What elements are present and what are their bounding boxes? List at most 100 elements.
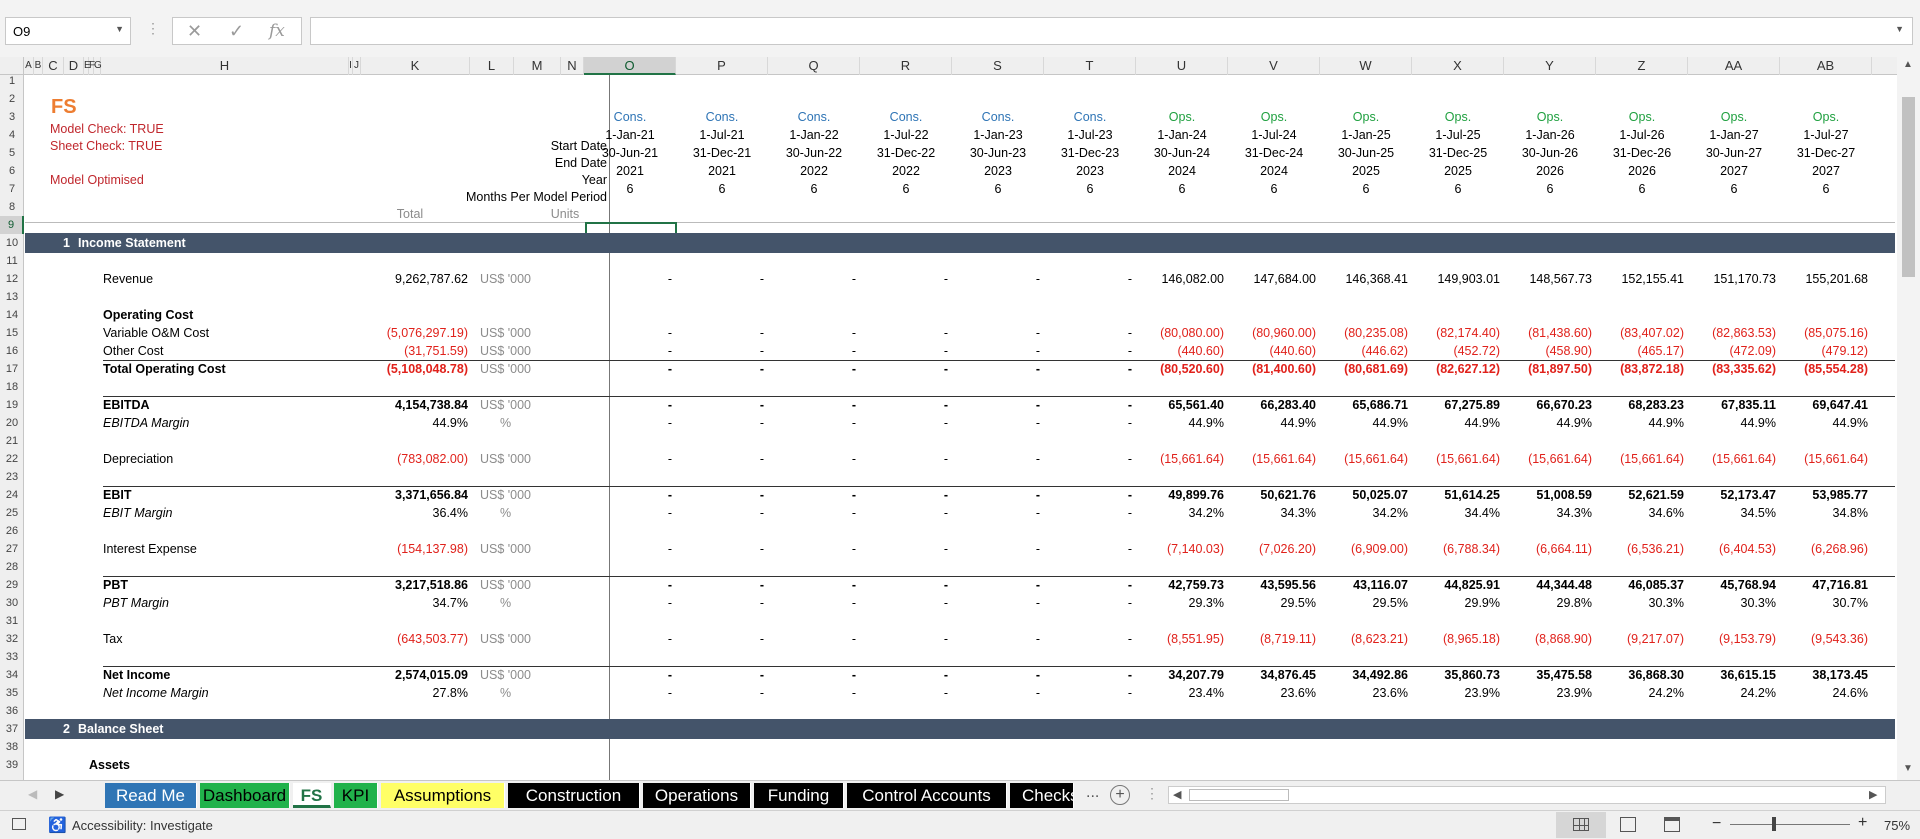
- column-header-ab[interactable]: AB: [1780, 57, 1872, 75]
- tab-scroll-left-icon[interactable]: ◀: [28, 787, 37, 801]
- tab-read-me[interactable]: Read Me: [105, 783, 197, 808]
- column-header-aa[interactable]: AA: [1688, 57, 1780, 75]
- row-header-2[interactable]: 2: [0, 90, 24, 108]
- row-header-36[interactable]: 36: [0, 702, 24, 720]
- row-header-32[interactable]: 32: [0, 630, 24, 648]
- zoom-slider[interactable]: [1730, 824, 1850, 825]
- row-header-9[interactable]: 9: [0, 216, 24, 234]
- row-header-1[interactable]: 1: [0, 72, 24, 90]
- hscroll-left-icon[interactable]: ◀: [1173, 788, 1181, 801]
- insert-function-icon[interactable]: fx: [269, 21, 285, 41]
- row-header-18[interactable]: 18: [0, 378, 24, 396]
- column-header-b[interactable]: B: [34, 57, 43, 75]
- column-header-r[interactable]: R: [860, 57, 952, 75]
- row-header-16[interactable]: 16: [0, 342, 24, 360]
- tab-splitter-icon[interactable]: ⋮: [1145, 785, 1159, 802]
- row-header-21[interactable]: 21: [0, 432, 24, 450]
- normal-view-button[interactable]: [1556, 812, 1606, 838]
- worksheet-grid[interactable]: FS Model Check: TRUE Sheet Check: TRUE M…: [25, 75, 1895, 780]
- page-layout-icon[interactable]: [1620, 817, 1636, 832]
- macro-record-icon[interactable]: [12, 818, 26, 830]
- column-header-z[interactable]: Z: [1596, 57, 1688, 75]
- row-header-10[interactable]: 10: [0, 234, 24, 252]
- zoom-level[interactable]: 75%: [1884, 818, 1910, 833]
- row-header-20[interactable]: 20: [0, 414, 24, 432]
- row-header-4[interactable]: 4: [0, 126, 24, 144]
- tab-operations[interactable]: Operations: [643, 783, 751, 808]
- column-header-y[interactable]: Y: [1504, 57, 1596, 75]
- row-header-31[interactable]: 31: [0, 612, 24, 630]
- enter-icon[interactable]: ✓: [229, 21, 244, 42]
- row-header-8[interactable]: 8: [0, 198, 24, 216]
- tab-checks[interactable]: Checks: [1010, 783, 1074, 808]
- column-header-m[interactable]: M: [514, 57, 561, 75]
- tab-funding[interactable]: Funding: [754, 783, 844, 808]
- row-header-7[interactable]: 7: [0, 180, 24, 198]
- new-sheet-button[interactable]: +: [1110, 785, 1130, 805]
- row-header-24[interactable]: 24: [0, 486, 24, 504]
- accessibility-status[interactable]: Accessibility: Investigate: [72, 818, 213, 833]
- tab-kpi[interactable]: KPI: [334, 783, 378, 808]
- column-header-d[interactable]: D: [64, 57, 84, 75]
- row-header-3[interactable]: 3: [0, 108, 24, 126]
- hscroll-right-icon[interactable]: ▶: [1869, 788, 1877, 801]
- name-box-dropdown-icon[interactable]: ▼: [115, 24, 124, 34]
- tab-control-accounts[interactable]: Control Accounts: [847, 783, 1007, 808]
- column-header-a[interactable]: A: [24, 57, 34, 75]
- row-header-12[interactable]: 12: [0, 270, 24, 288]
- column-header-k[interactable]: K: [361, 57, 470, 75]
- column-header-s[interactable]: S: [952, 57, 1044, 75]
- tab-scroll-right-icon[interactable]: ▶: [55, 787, 64, 801]
- zoom-slider-thumb[interactable]: [1772, 817, 1776, 831]
- row-header-28[interactable]: 28: [0, 558, 24, 576]
- column-header-j[interactable]: J: [353, 57, 361, 75]
- expand-formula-bar-icon[interactable]: ▼: [1895, 24, 1904, 34]
- column-header-t[interactable]: T: [1044, 57, 1136, 75]
- column-header-x[interactable]: X: [1412, 57, 1504, 75]
- column-header-w[interactable]: W: [1320, 57, 1412, 75]
- row-header-23[interactable]: 23: [0, 468, 24, 486]
- row-header-22[interactable]: 22: [0, 450, 24, 468]
- column-header-h[interactable]: H: [101, 57, 349, 75]
- column-header-g[interactable]: G: [94, 57, 102, 75]
- row-header-19[interactable]: 19: [0, 396, 24, 414]
- vertical-scroll-thumb[interactable]: [1902, 97, 1915, 277]
- row-header-11[interactable]: 11: [0, 252, 24, 270]
- column-header-u[interactable]: U: [1136, 57, 1228, 75]
- row-header-15[interactable]: 15: [0, 324, 24, 342]
- horizontal-scroll-thumb[interactable]: [1189, 789, 1289, 801]
- zoom-in-button[interactable]: +: [1858, 814, 1867, 832]
- row-header-30[interactable]: 30: [0, 594, 24, 612]
- accessibility-icon[interactable]: ♿: [48, 816, 67, 834]
- row-header-25[interactable]: 25: [0, 504, 24, 522]
- horizontal-scrollbar[interactable]: ◀ ▶: [1168, 786, 1886, 804]
- page-break-preview-icon[interactable]: [1664, 817, 1680, 832]
- more-sheets-icon[interactable]: ...: [1086, 784, 1099, 802]
- row-header-6[interactable]: 6: [0, 162, 24, 180]
- column-header-o[interactable]: O: [584, 57, 676, 75]
- row-header-33[interactable]: 33: [0, 648, 24, 666]
- row-header-39[interactable]: 39: [0, 756, 24, 774]
- scroll-up-icon[interactable]: ▲: [1903, 59, 1913, 70]
- row-header-5[interactable]: 5: [0, 144, 24, 162]
- column-header-c[interactable]: C: [43, 57, 64, 75]
- scroll-down-icon[interactable]: ▼: [1903, 763, 1913, 774]
- row-header-14[interactable]: 14: [0, 306, 24, 324]
- row-header-13[interactable]: 13: [0, 288, 24, 306]
- row-header-38[interactable]: 38: [0, 738, 24, 756]
- row-header-35[interactable]: 35: [0, 684, 24, 702]
- column-header-p[interactable]: P: [676, 57, 768, 75]
- row-header-34[interactable]: 34: [0, 666, 24, 684]
- vertical-scrollbar[interactable]: ▲ ▼: [1897, 57, 1920, 780]
- row-header-17[interactable]: 17: [0, 360, 24, 378]
- column-header-n[interactable]: N: [561, 57, 584, 75]
- row-header-37[interactable]: 37: [0, 720, 24, 738]
- row-header-29[interactable]: 29: [0, 576, 24, 594]
- tab-fs[interactable]: FS: [293, 783, 331, 808]
- tab-assumptions[interactable]: Assumptions: [381, 783, 505, 808]
- cancel-icon[interactable]: ✕: [187, 21, 202, 42]
- column-header-l[interactable]: L: [470, 57, 514, 75]
- zoom-out-button[interactable]: −: [1712, 815, 1721, 833]
- row-header-26[interactable]: 26: [0, 522, 24, 540]
- tab-construction[interactable]: Construction: [508, 783, 640, 808]
